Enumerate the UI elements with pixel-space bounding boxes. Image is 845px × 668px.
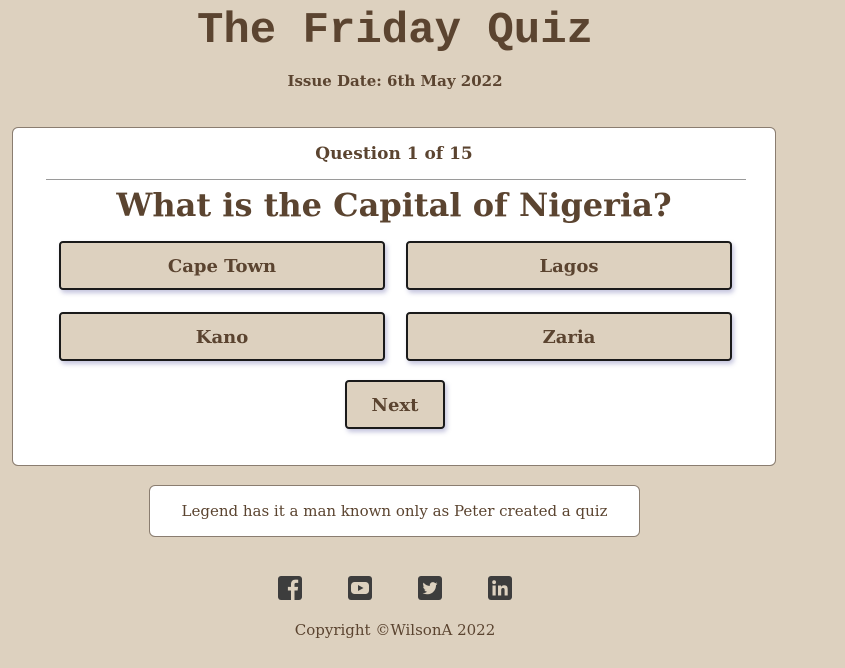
social-links bbox=[0, 576, 845, 600]
question-counter: Question 1 of 15 bbox=[315, 144, 473, 164]
linkedin-icon[interactable] bbox=[488, 576, 512, 600]
youtube-icon[interactable] bbox=[348, 576, 372, 600]
quiz-card: Question 1 of 15 What is the Capital of … bbox=[12, 127, 776, 466]
answer-button-3[interactable]: Kano bbox=[59, 312, 385, 361]
twitter-icon[interactable] bbox=[418, 576, 442, 600]
issue-date: Issue Date: 6th May 2022 bbox=[287, 72, 503, 90]
facebook-icon[interactable] bbox=[278, 576, 302, 600]
legend-box: Legend has it a man known only as Peter … bbox=[149, 485, 640, 537]
question-text: What is the Capital of Nigeria? bbox=[116, 186, 672, 224]
divider bbox=[46, 179, 746, 180]
answer-button-1[interactable]: Cape Town bbox=[59, 241, 385, 290]
answer-button-4[interactable]: Zaria bbox=[406, 312, 732, 361]
answer-button-2[interactable]: Lagos bbox=[406, 241, 732, 290]
copyright: Copyright ©WilsonA 2022 bbox=[294, 621, 496, 639]
next-button[interactable]: Next bbox=[345, 380, 445, 429]
page-title: The Friday Quiz bbox=[196, 6, 594, 56]
